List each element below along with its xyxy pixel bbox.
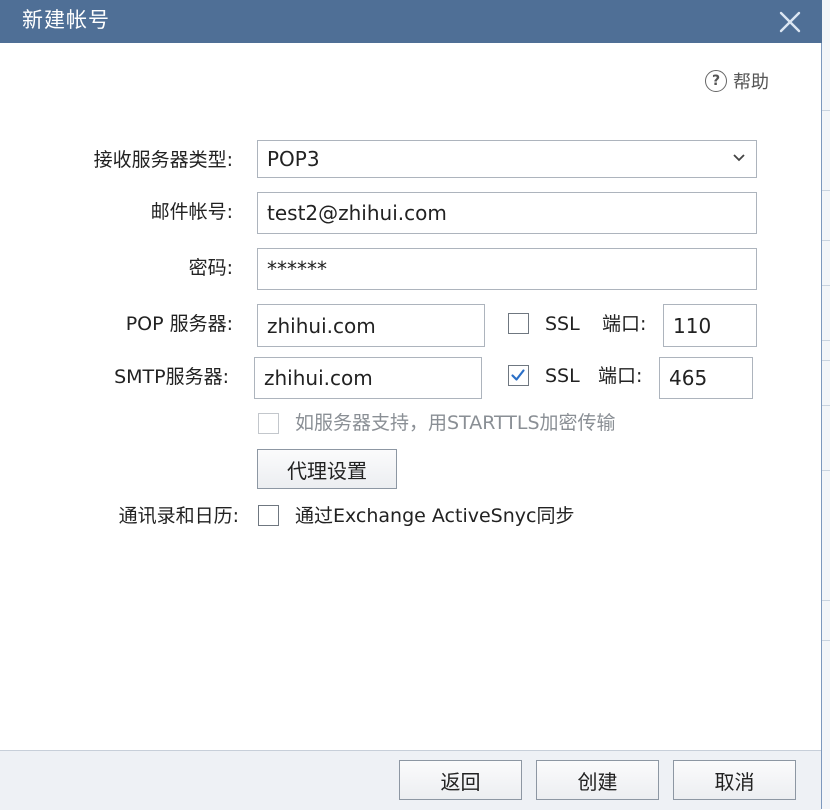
pop-port-field[interactable]: 110: [663, 304, 757, 347]
edge-line: [822, 470, 830, 471]
back-button[interactable]: 返回: [399, 760, 522, 800]
starttls-checkbox: [258, 413, 279, 434]
contacts-calendar-label: 通讯录和日历:: [118, 505, 239, 527]
starttls-label: 如服务器支持，用STARTTLS加密传输: [295, 412, 616, 434]
pop-server-field[interactable]: zhihui.com: [257, 304, 485, 347]
password-value: ******: [267, 257, 327, 281]
help-label: 帮助: [733, 72, 769, 93]
help-icon: ?: [705, 70, 727, 92]
activesync-label: 通过Exchange ActiveSnyc同步: [295, 505, 575, 527]
title-bar[interactable]: 新建帐号: [0, 0, 822, 43]
edge-line: [822, 600, 830, 601]
edge-line: [822, 110, 830, 111]
server-type-value: POP3: [267, 147, 320, 171]
smtp-server-label: SMTP服务器:: [114, 366, 229, 388]
smtp-port-value: 465: [669, 366, 708, 390]
edge-line: [822, 240, 830, 241]
email-label: 邮件帐号:: [150, 201, 233, 223]
edge-line: [822, 405, 830, 406]
cancel-button[interactable]: 取消: [673, 760, 796, 800]
pop-port-value: 110: [673, 313, 712, 338]
email-field[interactable]: test2@zhihui.com: [257, 192, 757, 234]
close-icon[interactable]: [776, 8, 804, 36]
new-account-dialog: 新建帐号 ? 帮助 接收服务器类型: POP3 邮件帐号: test2@zhih…: [0, 0, 822, 810]
pop-port-label: 端口:: [602, 313, 647, 335]
pop-server-label: POP 服务器:: [125, 313, 233, 335]
smtp-ssl-label: SSL: [545, 365, 580, 387]
chevron-down-icon: [733, 154, 745, 162]
edge-line: [822, 340, 830, 341]
password-field[interactable]: ******: [257, 248, 757, 290]
help-link[interactable]: ? 帮助: [705, 68, 769, 94]
edge-line: [822, 190, 830, 191]
dialog-footer: 返回 创建 取消: [0, 750, 821, 810]
server-type-select[interactable]: POP3: [257, 140, 757, 178]
smtp-server-field[interactable]: zhihui.com: [254, 357, 482, 399]
pop-server-value: zhihui.com: [267, 313, 376, 338]
edge-line: [822, 360, 830, 361]
password-label: 密码:: [188, 257, 233, 279]
smtp-port-label: 端口:: [598, 365, 643, 387]
activesync-checkbox[interactable]: [258, 505, 279, 526]
email-value: test2@zhihui.com: [267, 201, 447, 225]
pop-ssl-label: SSL: [545, 313, 580, 335]
dialog-title: 新建帐号: [22, 8, 110, 32]
server-type-label: 接收服务器类型:: [93, 149, 233, 171]
edge-line: [822, 285, 830, 286]
pop-ssl-checkbox[interactable]: [508, 313, 529, 334]
create-button[interactable]: 创建: [536, 760, 659, 800]
background-window-edge: [822, 0, 830, 809]
smtp-server-value: zhihui.com: [264, 366, 373, 390]
checkmark-icon: [511, 369, 525, 381]
edge-line: [822, 640, 830, 641]
smtp-port-field[interactable]: 465: [659, 357, 753, 399]
smtp-ssl-checkbox[interactable]: [508, 365, 529, 386]
proxy-settings-button[interactable]: 代理设置: [257, 449, 397, 489]
